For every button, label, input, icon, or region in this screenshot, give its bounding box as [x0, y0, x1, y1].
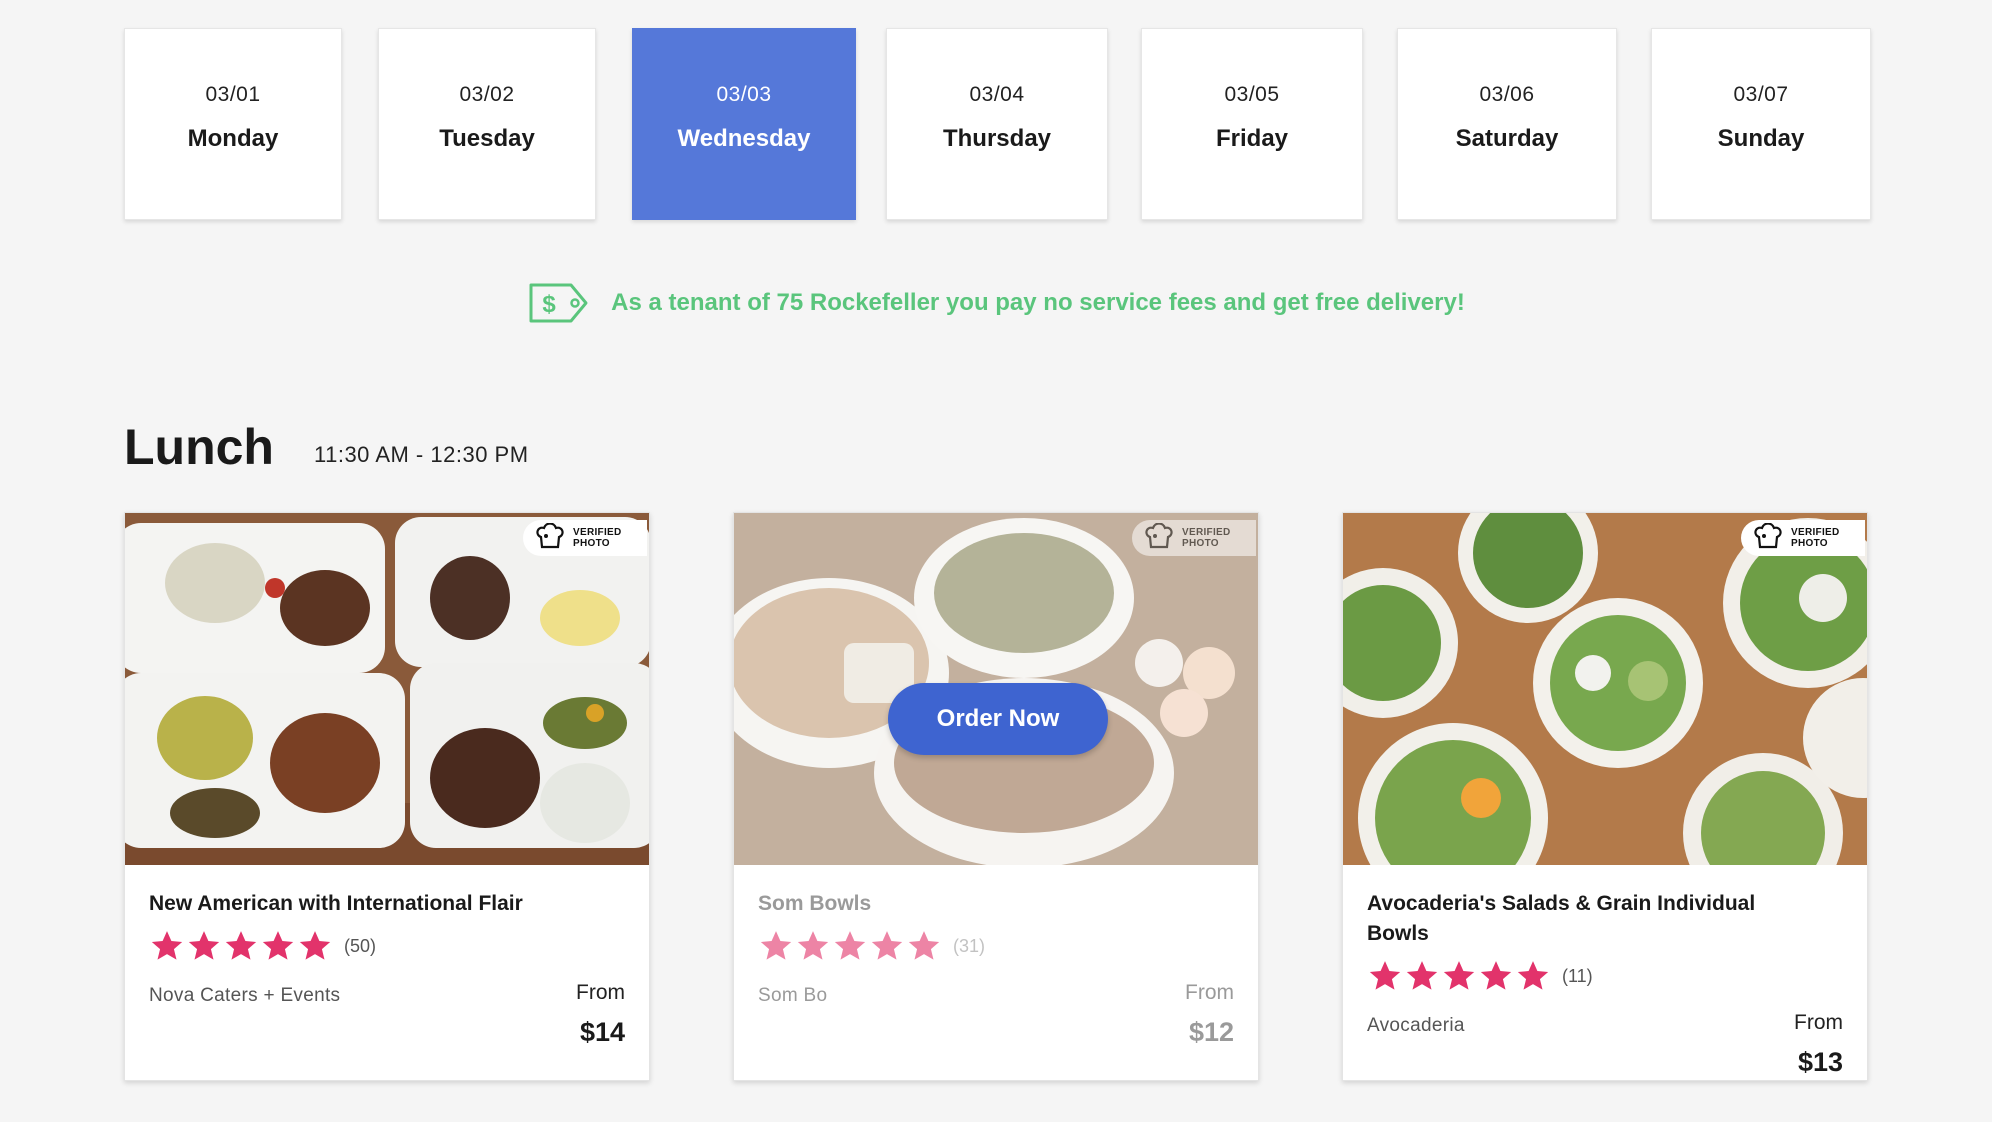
star-icon: [262, 931, 294, 960]
price-tag-dollar-icon: $: [527, 282, 589, 324]
verified-label: VERIFIED PHOTO: [1791, 527, 1840, 549]
day-name: Wednesday: [677, 125, 811, 152]
verified-label: VERIFIED PHOTO: [1182, 527, 1231, 549]
vendor-name: Avocaderia: [1367, 1015, 1465, 1036]
verified-photo-badge: VERIFIED PHOTO: [523, 520, 647, 556]
day-selector: 03/01 Monday 03/02 Tuesday 03/03 Wednesd…: [0, 0, 1992, 230]
star-icon: [1369, 961, 1401, 990]
star-icon: [151, 931, 183, 960]
star-icon: [299, 931, 331, 960]
menu-card[interactable]: VERIFIED PHOTO New American with Internat…: [124, 512, 650, 1081]
day-date: 03/02: [459, 83, 515, 106]
star-icon: [1480, 961, 1512, 990]
price: $13: [1797, 1047, 1843, 1077]
menu-card[interactable]: VERIFIED PHOTO Avocaderia's Salads & Grai…: [1342, 512, 1868, 1081]
rating-count: (31): [953, 935, 986, 956]
day-name: Tuesday: [439, 125, 535, 152]
food-photo: VERIFIED PHOTO: [1343, 513, 1867, 865]
price-block: From $13: [1794, 1011, 1843, 1078]
meal-title: Lunch: [124, 419, 274, 475]
verified-label: VERIFIED PHOTO: [573, 527, 622, 549]
day-date: 03/03: [716, 83, 772, 106]
rating-count: (11): [1562, 965, 1593, 986]
card-title[interactable]: New American with International Flair: [149, 889, 589, 919]
card-title[interactable]: Avocaderia's Salads & Grain Individual B…: [1367, 889, 1807, 949]
order-now-button[interactable]: Order Now: [888, 683, 1108, 755]
star-icon: [834, 931, 866, 960]
from-label: From: [576, 981, 625, 1004]
from-label: From: [1185, 981, 1234, 1004]
price: $12: [1188, 1017, 1234, 1047]
day-tab-monday[interactable]: 03/01 Monday: [124, 28, 342, 220]
rating-count: (50): [344, 935, 377, 956]
day-tab-friday[interactable]: 03/05 Friday: [1141, 28, 1363, 220]
star-rating: (31): [758, 929, 1234, 963]
food-photo: VERIFIED PHOTO Order Now: [734, 513, 1258, 865]
meal-time: 11:30 AM - 12:30 PM: [314, 442, 529, 467]
day-date: 03/07: [1733, 83, 1789, 106]
day-date: 03/06: [1479, 83, 1535, 106]
price-block: From $14: [576, 981, 625, 1048]
day-tab-tuesday[interactable]: 03/02 Tuesday: [378, 28, 596, 220]
star-icon: [908, 931, 940, 960]
day-tab-sunday[interactable]: 03/07 Sunday: [1651, 28, 1871, 220]
star-icon: [225, 931, 257, 960]
chef-hat-icon: [1144, 521, 1174, 554]
day-name: Friday: [1215, 125, 1289, 152]
day-tab-wednesday[interactable]: 03/03 Wednesday: [632, 28, 856, 220]
star-icon: [871, 931, 903, 960]
day-tab-saturday[interactable]: 03/06 Saturday: [1397, 28, 1617, 220]
star-rating: (11): [1367, 959, 1843, 993]
vendor-name: Som Bo: [758, 985, 828, 1006]
day-tab-thursday[interactable]: 03/04 Thursday: [886, 28, 1108, 220]
star-icon: [1443, 961, 1475, 990]
star-icon: [1517, 961, 1549, 990]
promo-text: As a tenant of 75 Rockefeller you pay no…: [611, 289, 1465, 316]
day-name: Thursday: [942, 125, 1052, 152]
day-name: Monday: [187, 125, 279, 152]
day-name: Sunday: [1717, 125, 1805, 152]
day-date: 03/01: [205, 83, 261, 106]
star-icon: [1406, 961, 1438, 990]
food-photo: VERIFIED PHOTO: [125, 513, 649, 865]
chef-hat-icon: [535, 521, 565, 554]
promo-banner: $ As a tenant of 75 Rockefeller you pay …: [0, 282, 1992, 331]
chef-hat-icon: [1753, 521, 1783, 554]
day-date: 03/04: [969, 83, 1025, 106]
verified-photo-badge: VERIFIED PHOTO: [1741, 520, 1865, 556]
star-rating: (50): [149, 929, 625, 963]
star-icon: [760, 931, 792, 960]
day-date: 03/05: [1224, 83, 1280, 106]
card-title[interactable]: Som Bowls: [758, 889, 1198, 919]
price: $14: [579, 1017, 625, 1047]
verified-photo-badge: VERIFIED PHOTO: [1132, 520, 1256, 556]
star-icon: [797, 931, 829, 960]
svg-text:$: $: [542, 291, 556, 318]
star-icon: [188, 931, 220, 960]
day-name: Saturday: [1455, 125, 1559, 152]
menu-card[interactable]: VERIFIED PHOTO Order Now Som Bowls (31) S…: [733, 512, 1259, 1081]
vendor-name: Nova Caters + Events: [149, 985, 341, 1006]
from-label: From: [1794, 1011, 1843, 1034]
price-block: From $12: [1185, 981, 1234, 1048]
